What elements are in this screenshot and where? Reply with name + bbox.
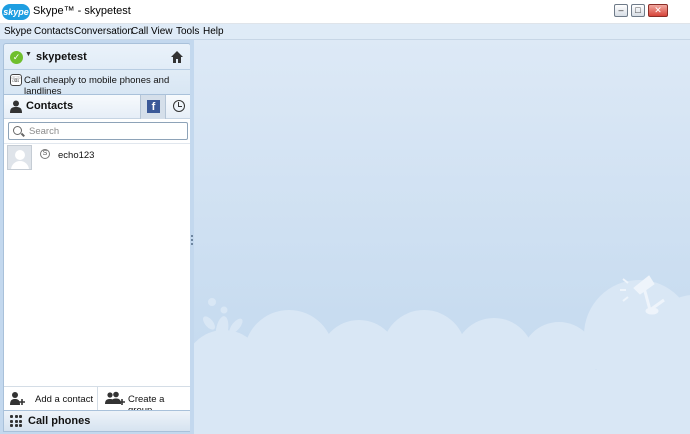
menu-help[interactable]: Help (203, 26, 224, 37)
search-field[interactable] (8, 122, 188, 140)
username[interactable]: skypetest (36, 51, 87, 63)
clock-icon (173, 100, 185, 112)
home-icon[interactable] (170, 50, 184, 64)
divider (4, 143, 191, 144)
cloud-landscape (194, 275, 690, 434)
search-icon (13, 126, 22, 135)
menu-view[interactable]: View (151, 26, 173, 37)
sidebar: ✓ ▼ skypetest ☏ Call cheaply to mobile p… (0, 40, 194, 434)
skype-logo: skype (2, 4, 30, 20)
skype-status-icon: S (40, 149, 50, 159)
call-phones-button[interactable]: Call phones (3, 410, 192, 432)
tab-contacts[interactable]: Contacts (26, 100, 73, 112)
user-panel: ✓ ▼ skypetest ☏ Call cheaply to mobile p… (3, 43, 191, 101)
contact-name: echo123 (58, 150, 95, 161)
divider (97, 387, 98, 411)
online-status-icon[interactable]: ✓ (10, 51, 23, 64)
grip-icon (191, 235, 193, 245)
contacts-header: Contacts f (4, 95, 191, 119)
add-contact-icon (10, 392, 25, 405)
window-title: Skype™ - skypetest (33, 5, 131, 17)
main-canvas (194, 40, 690, 434)
phone-icon: ☏ (10, 74, 22, 86)
call-phones-label: Call phones (28, 415, 91, 427)
menu-skype[interactable]: Skype (4, 26, 32, 37)
search-input[interactable] (29, 124, 184, 138)
tab-facebook[interactable]: f (140, 95, 165, 119)
facebook-icon: f (147, 100, 160, 113)
menu-call[interactable]: Call (131, 26, 148, 37)
menu-conversation[interactable]: Conversation (74, 26, 133, 37)
create-group-icon (105, 391, 125, 405)
menu-tools[interactable]: Tools (176, 26, 199, 37)
add-contact-button[interactable]: Add a contact (35, 394, 93, 405)
contacts-panel: Contacts f S echo123 (3, 94, 192, 428)
minimize-button[interactable]: – (614, 4, 628, 17)
person-icon (10, 100, 22, 113)
divider (4, 69, 190, 70)
contact-list-item[interactable]: S echo123 (4, 145, 191, 173)
close-button[interactable]: ✕ (648, 4, 668, 17)
avatar (7, 145, 32, 170)
maximize-button[interactable]: □ (631, 4, 645, 17)
menu-bar: Skype Contacts Conversation Call View To… (0, 24, 690, 40)
tab-recent[interactable] (165, 95, 191, 119)
title-bar: skype Skype™ - skypetest – □ ✕ (0, 0, 690, 24)
chevron-down-icon[interactable]: ▼ (25, 51, 32, 58)
menu-contacts[interactable]: Contacts (34, 26, 73, 37)
dialpad-icon (10, 415, 22, 427)
